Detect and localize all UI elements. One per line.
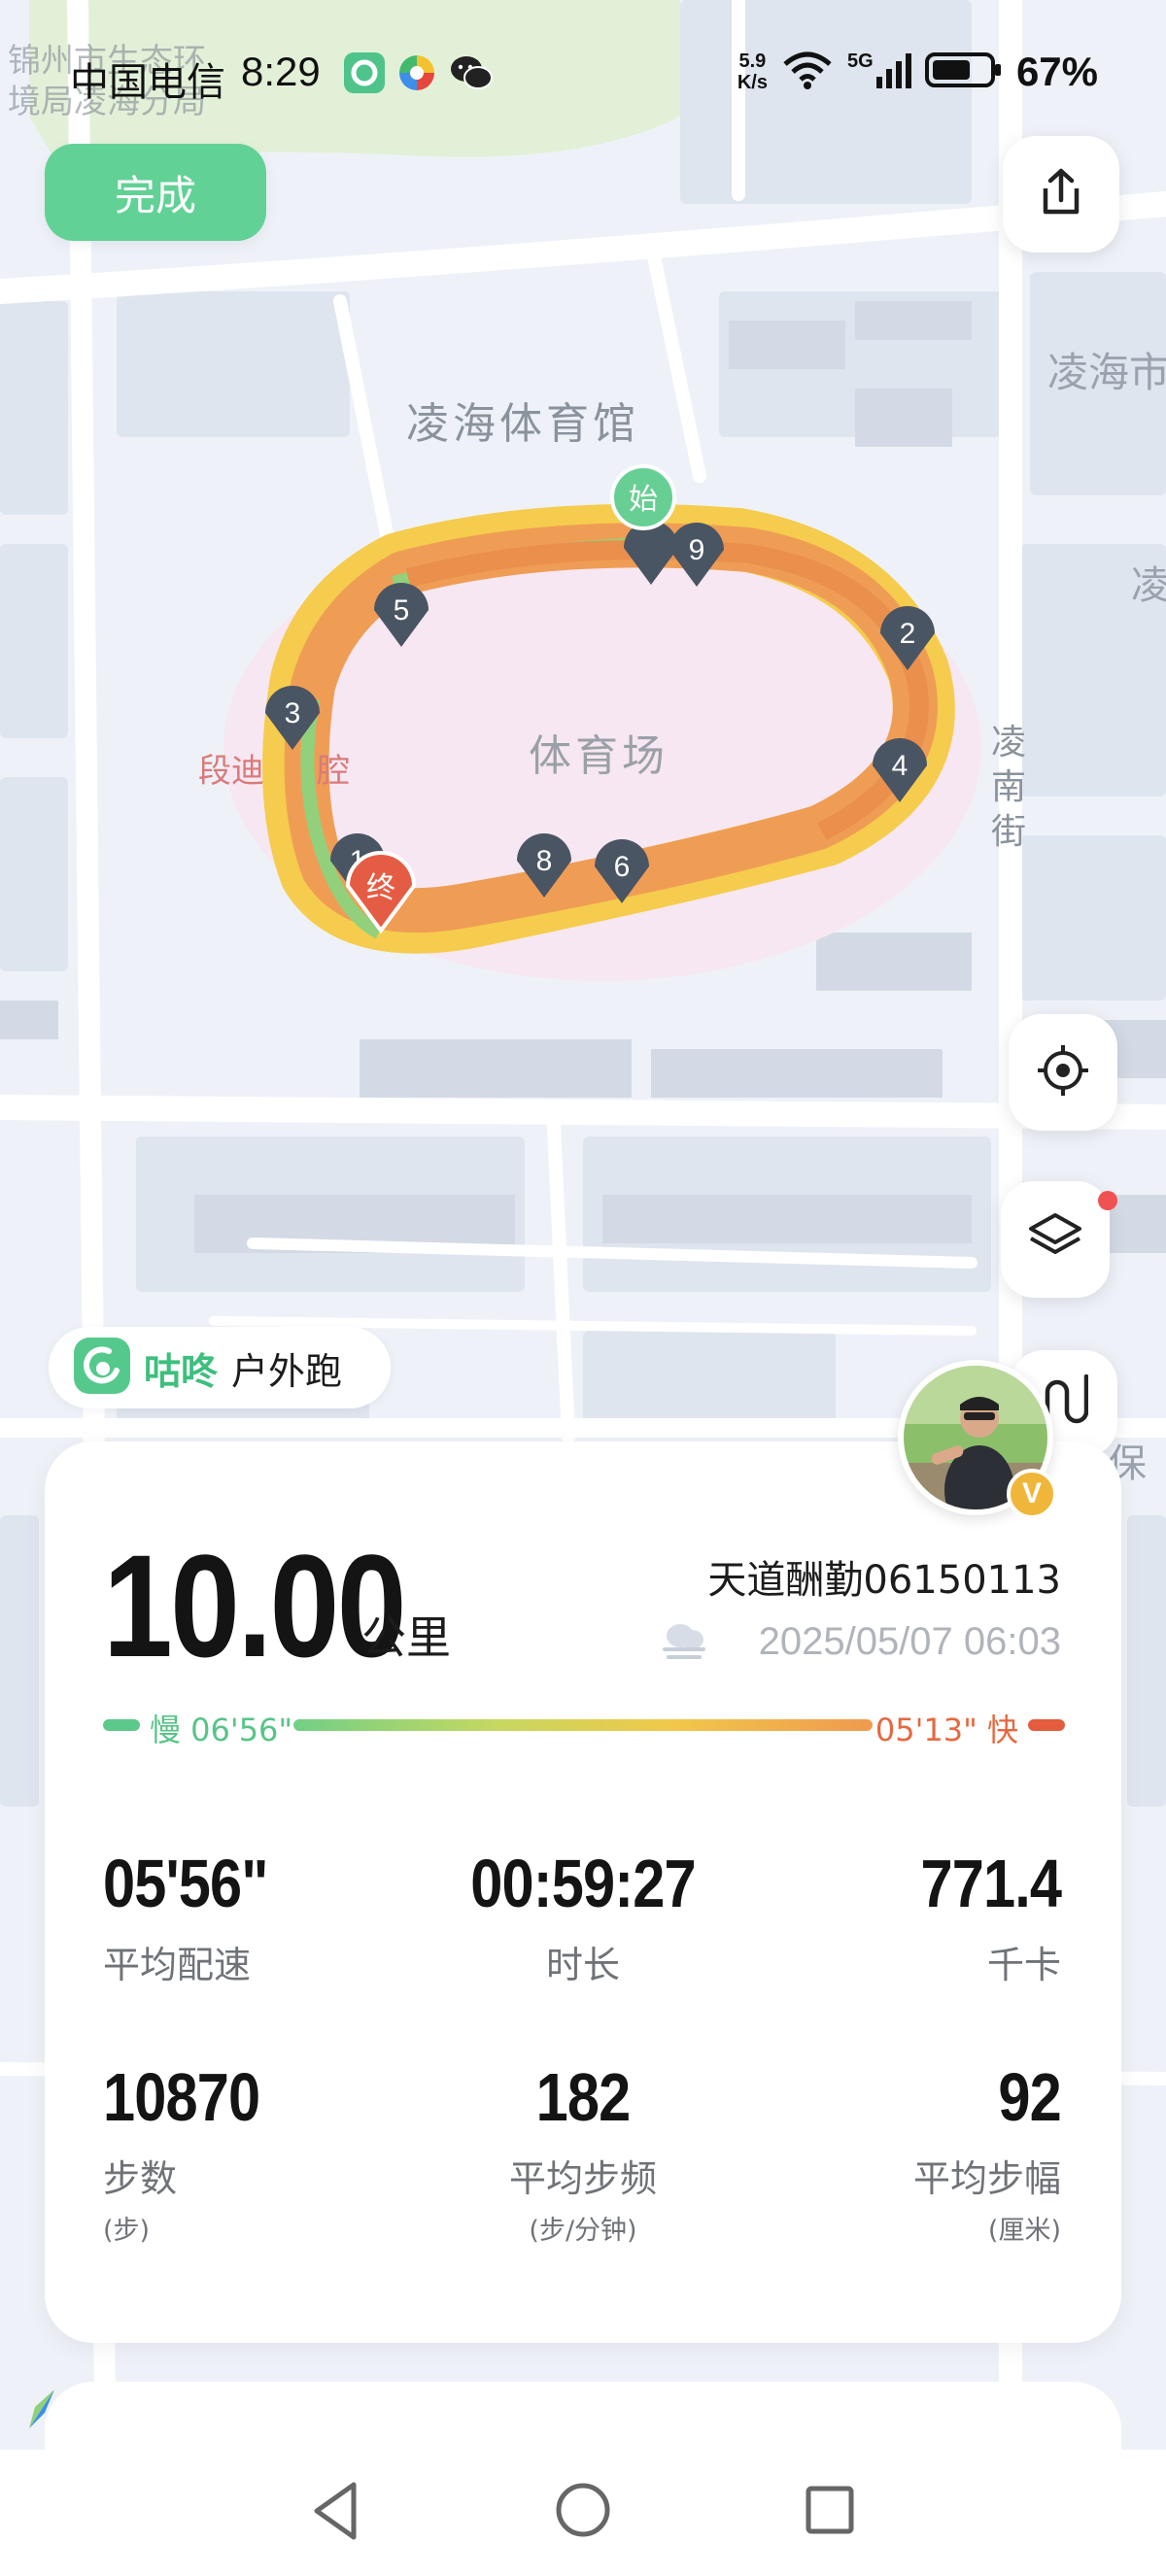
- status-bar: 锦州市生态环 境局凌海分局 中国电信 8:29 5.9 K/s 5G 67%: [0, 39, 1166, 121]
- carrier-name: 中国电信: [70, 60, 225, 105]
- layers-icon: [1025, 1207, 1085, 1271]
- km-marker-8[interactable]: 8: [517, 833, 571, 898]
- cadence-unit: (步/分钟): [529, 2216, 637, 2246]
- home-icon[interactable]: [552, 2479, 614, 2545]
- svg-text:6: 6: [614, 851, 631, 883]
- activity-type: 户外跑: [231, 1349, 343, 1393]
- cadence-value: 182: [535, 2059, 632, 2135]
- stride-value: 92: [998, 2059, 1062, 2135]
- distance-value: 10.00: [103, 1524, 407, 1687]
- svg-text:3: 3: [285, 697, 301, 729]
- back-icon[interactable]: [307, 2479, 365, 2547]
- signal-5g-icon: 5G: [847, 50, 911, 94]
- km-marker-start-pin[interactable]: [624, 521, 678, 585]
- svg-text:终: 终: [366, 871, 395, 905]
- locate-icon: [1034, 1041, 1092, 1103]
- brand-name: 咕咚: [144, 1349, 219, 1393]
- run-summary-card: 10.00 公里 天道酬勤06150113 2025/05/07 06:03 慢…: [45, 1441, 1121, 2343]
- svg-text:始: 始: [629, 483, 658, 517]
- svg-text:2: 2: [900, 618, 916, 650]
- gudong-logo-icon: [74, 1338, 130, 1398]
- share-icon: [1034, 165, 1088, 223]
- km-marker-3[interactable]: 3: [265, 686, 320, 750]
- svg-text:9: 9: [689, 534, 705, 566]
- brand-tag: 咕咚 户外跑: [49, 1327, 391, 1408]
- duration-value: 00:59:27: [470, 1846, 696, 1921]
- verified-badge: V: [1007, 1469, 1057, 1519]
- start-marker[interactable]: 始: [610, 464, 676, 530]
- duration-label: 时长: [545, 1944, 620, 1986]
- km-marker-4[interactable]: 4: [873, 738, 927, 802]
- pace-slow-marker: [103, 1719, 140, 1731]
- wechat-icon: [449, 52, 494, 97]
- status-time: 8:29: [241, 49, 321, 94]
- run-datetime: 2025/05/07 06:03: [758, 1620, 1061, 1663]
- end-marker[interactable]: 终: [345, 851, 417, 934]
- pace-fast-marker: [1028, 1719, 1065, 1731]
- svg-text:5: 5: [394, 594, 410, 627]
- done-button[interactable]: 完成: [45, 144, 266, 241]
- km-marker-6[interactable]: 6: [595, 839, 649, 903]
- pace-gradient: 慢 06'56" 05'13" 快: [103, 1706, 1065, 1748]
- battery-percent: 67%: [1015, 49, 1098, 94]
- svg-text:5G: 5G: [847, 51, 874, 72]
- pace-fast-label: 05'13" 快: [874, 1712, 1018, 1748]
- battery-icon: [924, 51, 1003, 93]
- system-nav-bar: [0, 2450, 1166, 2576]
- pace-gradient-bar: [293, 1719, 873, 1731]
- stride-unit: (厘米): [987, 2216, 1061, 2246]
- network-speed: 5.9 K/s: [737, 51, 768, 93]
- recents-icon[interactable]: [801, 2481, 859, 2543]
- status-right: 5.9 K/s 5G 67%: [737, 49, 1098, 95]
- calories-value: 771.4: [920, 1846, 1061, 1921]
- cloudy-icon: [657, 1616, 711, 1669]
- km-marker-5[interactable]: 5: [374, 583, 429, 647]
- user-name[interactable]: 天道酬勤06150113: [707, 1548, 1061, 1605]
- share-button[interactable]: [1003, 136, 1119, 253]
- svg-text:8: 8: [536, 845, 553, 877]
- stride-label: 平均步幅: [912, 2157, 1061, 2200]
- km-marker-2[interactable]: 2: [880, 606, 935, 670]
- svg-text:4: 4: [892, 750, 909, 782]
- browser-app-icon: [396, 52, 437, 97]
- wifi-icon: [781, 51, 834, 93]
- km-marker-9[interactable]: 9: [669, 523, 724, 587]
- distance-unit: 公里: [361, 1611, 451, 1664]
- notification-icons: [344, 52, 494, 97]
- pace-slow-label: 慢 06'56": [150, 1712, 293, 1748]
- gudong-app-icon: [344, 52, 385, 97]
- calories-label: 千卡: [986, 1944, 1061, 1986]
- layers-notification-dot: [1098, 1191, 1117, 1210]
- layers-button[interactable]: [1001, 1181, 1110, 1298]
- locate-button[interactable]: [1009, 1014, 1117, 1131]
